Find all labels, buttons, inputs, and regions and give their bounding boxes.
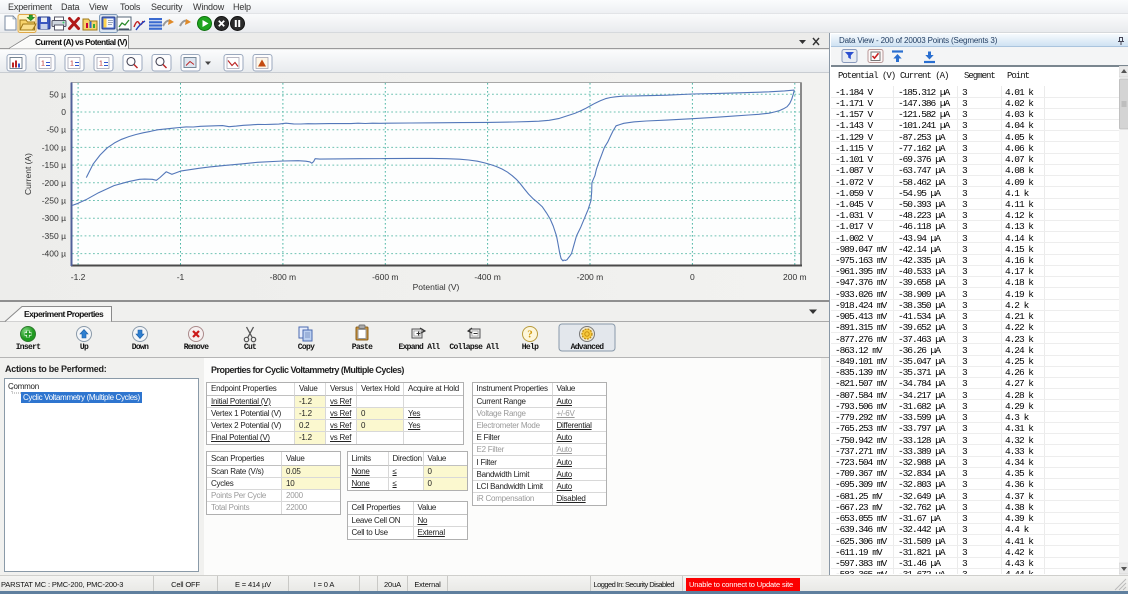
svg-text:-1.2: -1.2 (71, 272, 86, 282)
svg-text:-600 m: -600 m (372, 272, 398, 282)
svg-text:-200 m: -200 m (577, 272, 603, 282)
svg-text:-50 µ: -50 µ (46, 125, 66, 135)
svg-text:200 m: 200 m (783, 272, 807, 282)
svg-text:1: 1 (99, 61, 103, 68)
svg-text:-150 µ: -150 µ (42, 160, 66, 170)
svg-text:Current (A): Current (A) (23, 153, 33, 195)
svg-text:0: 0 (690, 272, 695, 282)
svg-text:-200 µ: -200 µ (42, 178, 66, 188)
svg-text:Potential (V): Potential (V) (413, 282, 460, 292)
svg-text:50 µ: 50 µ (49, 89, 66, 99)
svg-text:-800 m: -800 m (270, 272, 296, 282)
svg-text:-1: -1 (177, 272, 185, 282)
svg-text:0: 0 (61, 107, 66, 117)
svg-text:-300 µ: -300 µ (42, 213, 66, 223)
svg-text:-400 µ: -400 µ (42, 249, 66, 259)
svg-text:?: ? (527, 329, 533, 341)
svg-text:1: 1 (70, 61, 74, 68)
svg-text:-400 m: -400 m (474, 272, 500, 282)
svg-text:-350 µ: -350 µ (42, 231, 66, 241)
svg-text:1: 1 (41, 61, 45, 68)
svg-text:-100 µ: -100 µ (42, 142, 66, 152)
svg-text:-250 µ: -250 µ (42, 196, 66, 206)
